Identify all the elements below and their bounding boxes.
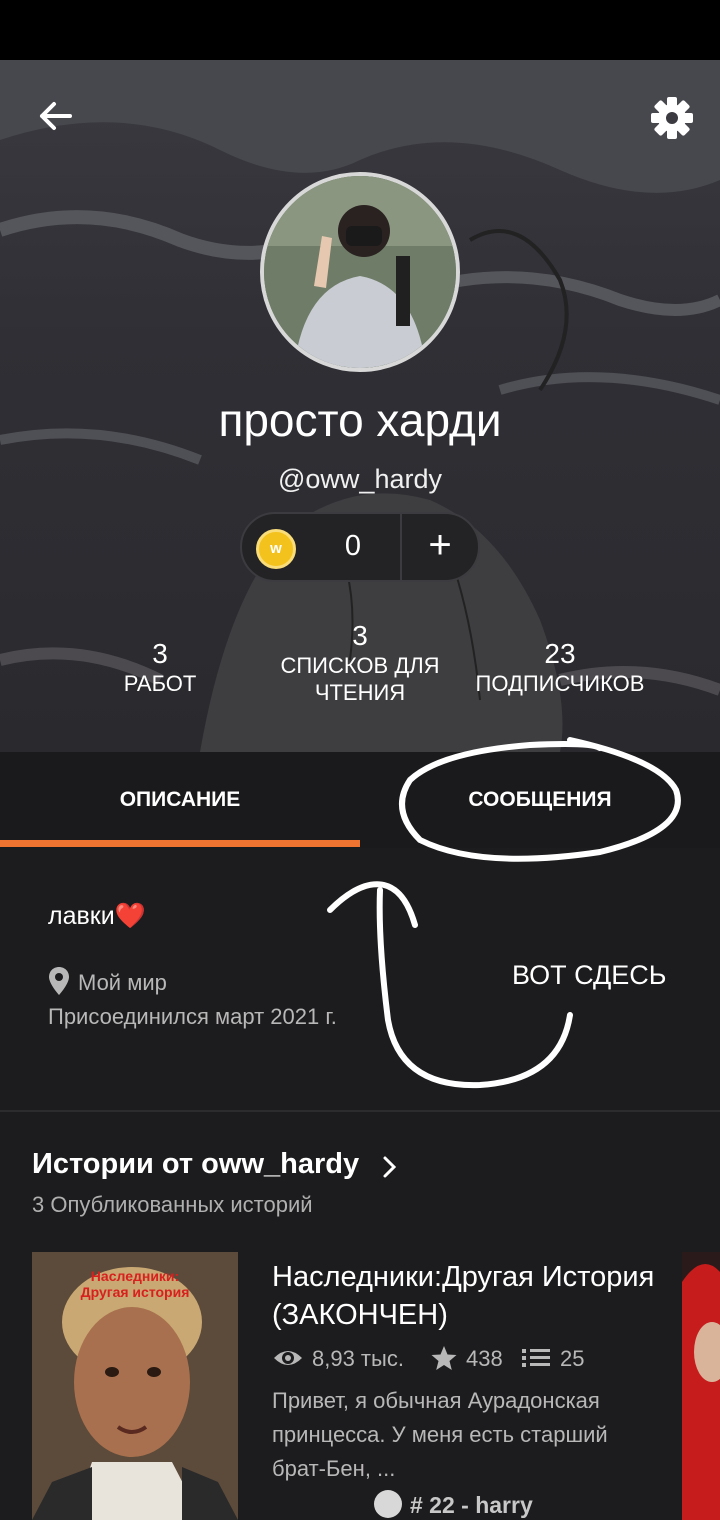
story-description: Привет, я обычная Аурадонская принцесса.… (272, 1388, 608, 1481)
story-rank-text: # 22 - harry (410, 1492, 533, 1518)
back-arrow-icon[interactable] (30, 90, 82, 142)
stories-subtitle: 3 Опубликованных историй (32, 1192, 313, 1217)
avatar[interactable] (260, 172, 460, 372)
stories-heading[interactable]: Истории от oww_hardy (32, 1148, 359, 1181)
tab-description[interactable]: ОПИСАНИЕ (0, 752, 360, 848)
tab-messages[interactable]: СООБЩЕНИЯ (360, 752, 720, 848)
stat-reading-lists[interactable]: 3 СПИСКОВ ДЛЯ ЧТЕНИЯ (260, 620, 460, 706)
story-cover-title: Наследники: Другая история (80, 1268, 190, 1300)
story-reads: 8,93 тыс. (312, 1346, 404, 1371)
gear-icon[interactable] (644, 90, 700, 146)
status-bar (0, 0, 720, 60)
profile-tabs: ОПИСАНИЕ СООБЩЕНИЯ (0, 752, 720, 848)
stat-works-label: РАБОТ (123, 671, 197, 696)
stat-lists-value: 3 (352, 620, 368, 651)
add-coins-button[interactable]: + (402, 514, 478, 580)
chevron-right-icon[interactable] (380, 1152, 400, 1182)
display-name: просто харди (218, 394, 502, 446)
stat-lists-label-line1: СПИСКОВ ДЛЯ (280, 653, 440, 678)
list-icon (522, 1349, 550, 1367)
story-parts: 25 (560, 1346, 585, 1371)
bio-text: лавки❤️ (48, 902, 146, 930)
stat-followers[interactable]: 23 ПОДПИСЧИКОВ (460, 638, 660, 697)
story-cover[interactable]: Наследники: Другая история (32, 1252, 238, 1520)
star-icon (431, 1346, 457, 1370)
coin-icon: w (256, 529, 296, 569)
next-story-cover[interactable] (682, 1252, 720, 1520)
story-title[interactable]: Наследники:Другая История (ЗАКОНЧЕН) (272, 1258, 672, 1334)
next-story-cover-image (682, 1252, 720, 1520)
location-pin-icon (49, 967, 69, 995)
stat-works-value: 3 (152, 638, 168, 669)
annotation-text: ВОТ СДЕСЬ (512, 960, 667, 990)
username: @oww_hardy (278, 464, 442, 494)
stat-followers-label: ПОДПИСЧИКОВ (475, 671, 645, 696)
profile-header: просто харди @oww_hardy w 0 + 3 РАБОТ 3 … (0, 60, 720, 752)
rank-badge-icon (374, 1490, 402, 1518)
active-tab-indicator (0, 840, 360, 847)
stat-lists-label-line2: ЧТЕНИЯ (314, 680, 406, 705)
section-divider (0, 1110, 720, 1112)
avatar-photo (264, 176, 456, 368)
coin-count: 0 (344, 530, 362, 562)
coin-balance-pill[interactable]: w 0 + (240, 512, 480, 582)
story-votes: 438 (466, 1346, 503, 1371)
location-text: Мой мир (78, 970, 167, 995)
stat-works[interactable]: 3 РАБОТ (100, 638, 220, 697)
eye-icon (274, 1351, 302, 1365)
joined-date: Присоединился март 2021 г. (48, 1004, 337, 1029)
stat-followers-value: 23 (544, 638, 576, 669)
